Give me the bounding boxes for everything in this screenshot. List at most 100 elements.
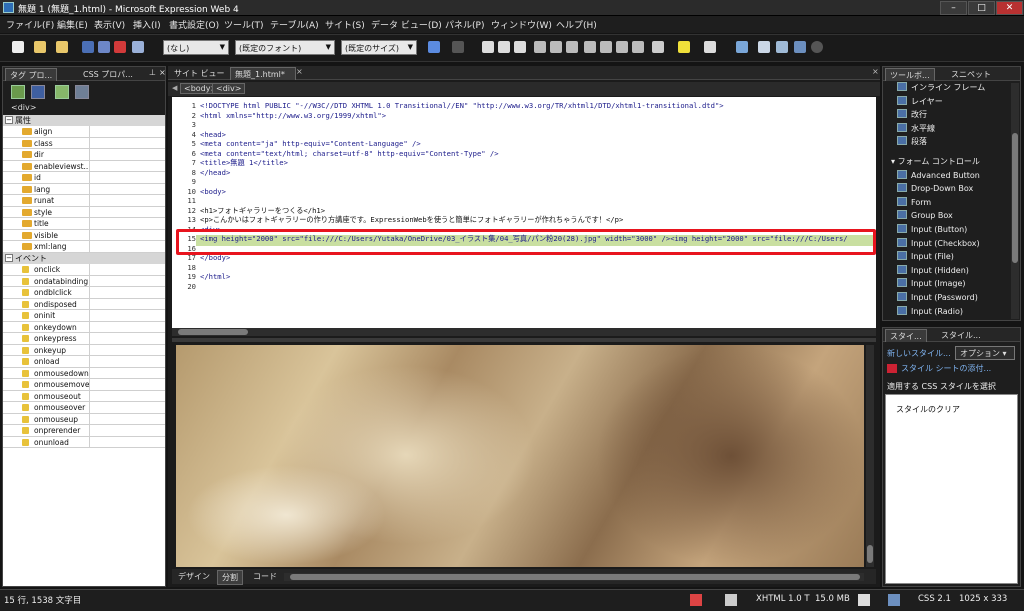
style-select[interactable]: (なし) ▼ bbox=[163, 40, 229, 55]
value-column[interactable] bbox=[89, 390, 90, 402]
value-column[interactable] bbox=[89, 275, 90, 287]
property-row[interactable]: title bbox=[3, 218, 165, 230]
event-row[interactable]: ondisposed bbox=[3, 298, 165, 310]
event-row[interactable]: onmouseup bbox=[3, 413, 165, 425]
menu-format[interactable]: 書式設定(O) bbox=[169, 18, 219, 31]
property-row[interactable]: lang bbox=[3, 183, 165, 195]
layout-table-icon[interactable] bbox=[736, 41, 748, 53]
tab-document[interactable]: 無題_1.html* bbox=[230, 67, 296, 80]
open-site-icon[interactable] bbox=[56, 41, 68, 53]
toolbox-item[interactable]: Group Box bbox=[897, 210, 953, 220]
event-row[interactable]: onmouseover bbox=[3, 402, 165, 414]
numbered-list-icon[interactable] bbox=[584, 41, 596, 53]
event-row[interactable]: onkeypress bbox=[3, 333, 165, 345]
tab-toolbox[interactable]: ツールボ... bbox=[885, 68, 935, 81]
value-column[interactable] bbox=[89, 367, 90, 379]
value-column[interactable] bbox=[89, 344, 90, 356]
property-row[interactable]: enableviewst... bbox=[3, 160, 165, 172]
new-page-icon[interactable] bbox=[12, 41, 24, 53]
menu-panel[interactable]: パネル(P) bbox=[445, 18, 484, 31]
open-folder-icon[interactable] bbox=[34, 41, 46, 53]
value-column[interactable] bbox=[89, 402, 90, 413]
events-icon[interactable] bbox=[75, 85, 89, 99]
value-column[interactable] bbox=[89, 425, 90, 436]
sort-category-icon[interactable] bbox=[11, 85, 25, 99]
record-icon[interactable] bbox=[811, 41, 823, 53]
tab-design[interactable]: デザイン bbox=[175, 570, 213, 583]
preview-browser-icon[interactable] bbox=[132, 41, 144, 53]
toolbox-item[interactable]: Input (File) bbox=[897, 251, 954, 261]
italic-icon[interactable] bbox=[498, 41, 510, 53]
value-column[interactable] bbox=[89, 379, 90, 390]
options-button[interactable]: オプション ▾ bbox=[955, 346, 1015, 360]
collapse-icon[interactable]: − bbox=[5, 116, 13, 124]
toolbox-item[interactable]: Input (Button) bbox=[897, 223, 967, 234]
value-column[interactable] bbox=[89, 321, 90, 333]
collapse-icon[interactable]: − bbox=[5, 254, 13, 262]
value-column[interactable] bbox=[89, 356, 90, 367]
value-column[interactable] bbox=[89, 218, 90, 229]
code-horizontal-scrollbar[interactable] bbox=[172, 328, 876, 336]
tab-tag-properties[interactable]: タグ プロ... bbox=[5, 68, 58, 81]
toolbox-item[interactable]: 改行 bbox=[897, 109, 927, 120]
tab-css-properties[interactable]: CSS プロパ... bbox=[79, 68, 137, 81]
tab-split[interactable]: 分割 bbox=[217, 570, 243, 585]
code-line[interactable]: </html> bbox=[200, 272, 230, 281]
property-row[interactable]: visible bbox=[3, 229, 165, 241]
event-row[interactable]: onmouseout bbox=[3, 390, 165, 402]
code-line[interactable]: <meta content="ja" http-equiv="Content-L… bbox=[200, 139, 421, 148]
value-column[interactable] bbox=[89, 310, 90, 321]
bulleted-list-icon[interactable] bbox=[600, 41, 612, 53]
tab-snippets[interactable]: スニペット bbox=[947, 68, 995, 81]
align-right-icon[interactable] bbox=[566, 41, 578, 53]
close-document-icon[interactable]: × bbox=[868, 66, 883, 79]
code-line[interactable]: <body> bbox=[200, 187, 226, 196]
value-column[interactable] bbox=[89, 298, 90, 310]
close-button[interactable]: ✕ bbox=[996, 1, 1023, 15]
compat-icon[interactable] bbox=[690, 594, 702, 606]
picture-tools-icon[interactable] bbox=[794, 41, 806, 53]
value-column[interactable] bbox=[89, 160, 90, 172]
toolbox-group[interactable]: ▾ フォーム コントロール bbox=[891, 156, 980, 167]
show-set-properties-icon[interactable] bbox=[55, 85, 69, 99]
css-level-indicator[interactable]: CSS 2.1 bbox=[918, 594, 951, 604]
code-line[interactable]: <head> bbox=[200, 130, 226, 139]
sort-alpha-icon[interactable] bbox=[31, 85, 45, 99]
value-column[interactable] bbox=[89, 183, 90, 195]
close-tab-icon[interactable]: × bbox=[292, 66, 307, 79]
event-row[interactable]: ondatabinding bbox=[3, 275, 165, 287]
breadcrumb-div[interactable]: <div> bbox=[212, 83, 246, 94]
event-row[interactable]: onload bbox=[3, 356, 165, 368]
toolbox-item[interactable]: インライン フレーム bbox=[897, 82, 985, 93]
menu-table[interactable]: テーブル(A) bbox=[270, 18, 319, 31]
value-column[interactable] bbox=[89, 413, 90, 425]
doctype-indicator[interactable]: XHTML 1.0 T bbox=[756, 594, 810, 604]
save-all-icon[interactable] bbox=[98, 41, 110, 53]
toolbox-item[interactable]: 水平線 bbox=[897, 122, 935, 134]
menu-view[interactable]: 表示(V) bbox=[94, 18, 125, 31]
code-line[interactable]: <!DOCTYPE html PUBLIC "-//W3C//DTD XHTML… bbox=[200, 101, 724, 110]
toolbox-item[interactable]: Input (Password) bbox=[897, 291, 978, 302]
code-line[interactable]: <p>こんかいはフォトギャラリーの作り方講座です。ExpressionWebを使… bbox=[200, 215, 623, 225]
value-column[interactable] bbox=[89, 137, 90, 149]
underline-icon[interactable] bbox=[514, 41, 526, 53]
undo-icon[interactable] bbox=[428, 41, 440, 53]
menu-insert[interactable]: 挿入(I) bbox=[133, 18, 161, 31]
split-divider[interactable] bbox=[172, 338, 876, 342]
outdent-icon[interactable] bbox=[616, 41, 628, 53]
event-row[interactable]: onunload bbox=[3, 436, 165, 448]
align-left-icon[interactable] bbox=[534, 41, 546, 53]
value-column[interactable] bbox=[89, 264, 90, 275]
toolbox-item[interactable]: Input (Radio) bbox=[897, 305, 963, 316]
toolbox-item[interactable]: レイヤー bbox=[897, 95, 943, 107]
borders-icon[interactable] bbox=[652, 41, 664, 53]
event-row[interactable]: onkeyup bbox=[3, 344, 165, 356]
toolbox-item[interactable]: 段落 bbox=[897, 136, 927, 147]
property-row[interactable]: class bbox=[3, 137, 165, 149]
menu-tools[interactable]: ツール(T) bbox=[224, 18, 264, 31]
code-line[interactable]: <title>無題 1</title> bbox=[200, 158, 288, 168]
value-column[interactable] bbox=[89, 149, 90, 160]
redo-icon[interactable] bbox=[452, 41, 464, 53]
insert-picture-icon[interactable] bbox=[758, 41, 770, 53]
value-column[interactable] bbox=[89, 229, 90, 241]
